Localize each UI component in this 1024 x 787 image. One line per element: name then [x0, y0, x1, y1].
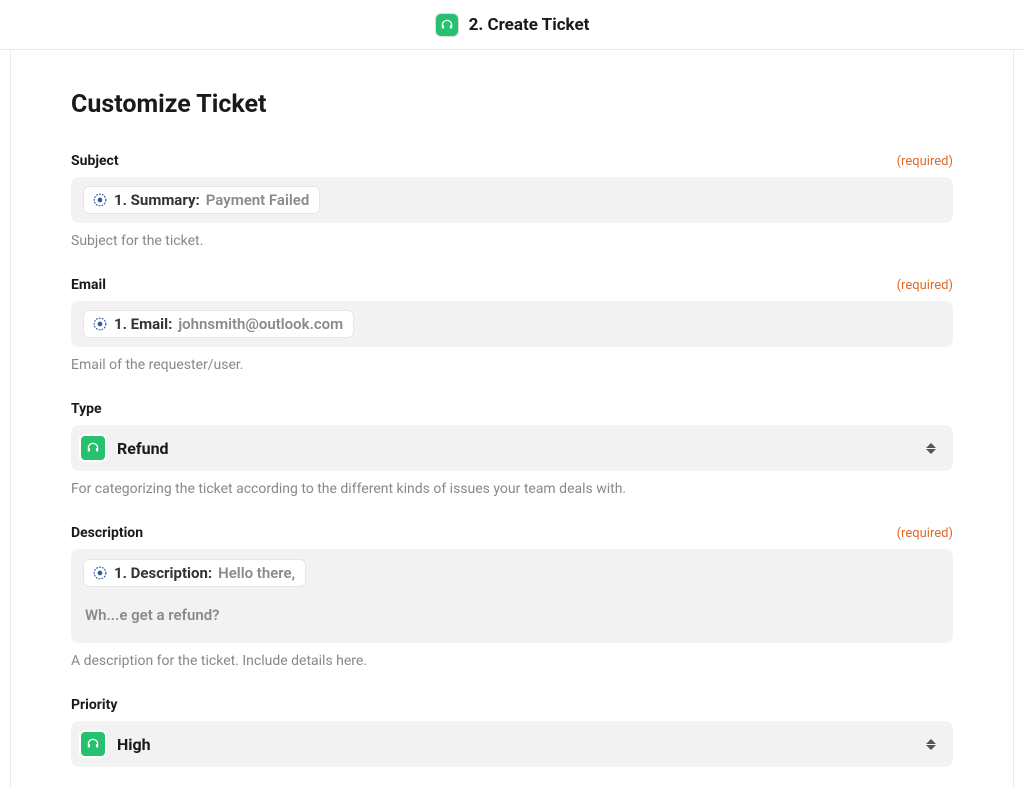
- email-pill-label: 1. Email:: [114, 315, 172, 333]
- subject-pill[interactable]: 1. Summary: Payment Failed: [83, 186, 320, 214]
- required-tag: (required): [897, 154, 953, 169]
- subject-pill-label: 1. Summary:: [114, 191, 200, 209]
- form-card: Customize Ticket Subject (required) 1. S…: [10, 50, 1014, 787]
- field-label-row: Type: [71, 401, 953, 417]
- priority-value: High: [117, 735, 923, 754]
- type-value: Refund: [117, 439, 923, 458]
- type-help: For categorizing the ticket according to…: [71, 481, 953, 497]
- top-header: 2. Create Ticket: [0, 0, 1024, 50]
- subject-input[interactable]: 1. Summary: Payment Failed: [71, 177, 953, 223]
- freshdesk-icon: [435, 13, 459, 37]
- step-title: 2. Create Ticket: [469, 15, 590, 35]
- description-help: A description for the ticket. Include de…: [71, 653, 953, 669]
- priority-label: Priority: [71, 697, 117, 713]
- subject-help: Subject for the ticket.: [71, 233, 953, 249]
- email-pill[interactable]: 1. Email: johnsmith@outlook.com: [83, 310, 354, 338]
- select-caret-icon: [923, 739, 939, 750]
- description-pill[interactable]: 1. Description: Hello there,: [83, 559, 306, 587]
- subject-pill-value: Payment Failed: [206, 191, 310, 209]
- field-email: Email (required) 1. Email: johnsmith@out…: [71, 277, 953, 373]
- field-priority: Priority High: [71, 697, 953, 767]
- priority-select[interactable]: High: [71, 721, 953, 767]
- description-extra-line: Wh...e get a refund?: [83, 602, 941, 624]
- freshdesk-icon: [79, 434, 107, 462]
- type-select[interactable]: Refund: [71, 425, 953, 471]
- page-title: Customize Ticket: [71, 90, 953, 119]
- source-app-icon: [92, 316, 108, 332]
- required-tag: (required): [897, 526, 953, 541]
- select-caret-icon: [923, 443, 939, 454]
- field-label-row: Priority: [71, 697, 953, 713]
- freshdesk-icon: [79, 730, 107, 758]
- email-input[interactable]: 1. Email: johnsmith@outlook.com: [71, 301, 953, 347]
- field-description: Description (required) 1. Description: H…: [71, 525, 953, 669]
- subject-label: Subject: [71, 153, 119, 169]
- description-input[interactable]: 1. Description: Hello there, Wh...e get …: [71, 549, 953, 643]
- field-label-row: Subject (required): [71, 153, 953, 169]
- field-subject: Subject (required) 1. Summary: Payment F…: [71, 153, 953, 249]
- type-label: Type: [71, 401, 102, 417]
- source-app-icon: [92, 565, 108, 581]
- field-label-row: Email (required): [71, 277, 953, 293]
- description-label: Description: [71, 525, 143, 541]
- description-pill-label: 1. Description:: [114, 564, 212, 582]
- email-label: Email: [71, 277, 106, 293]
- description-pill-value: Hello there,: [218, 564, 295, 582]
- field-label-row: Description (required): [71, 525, 953, 541]
- field-type: Type Refund For categorizing the ticket …: [71, 401, 953, 497]
- source-app-icon: [92, 192, 108, 208]
- email-pill-value: johnsmith@outlook.com: [178, 315, 343, 333]
- email-help: Email of the requester/user.: [71, 357, 953, 373]
- required-tag: (required): [897, 278, 953, 293]
- step-indicator: 2. Create Ticket: [435, 13, 590, 37]
